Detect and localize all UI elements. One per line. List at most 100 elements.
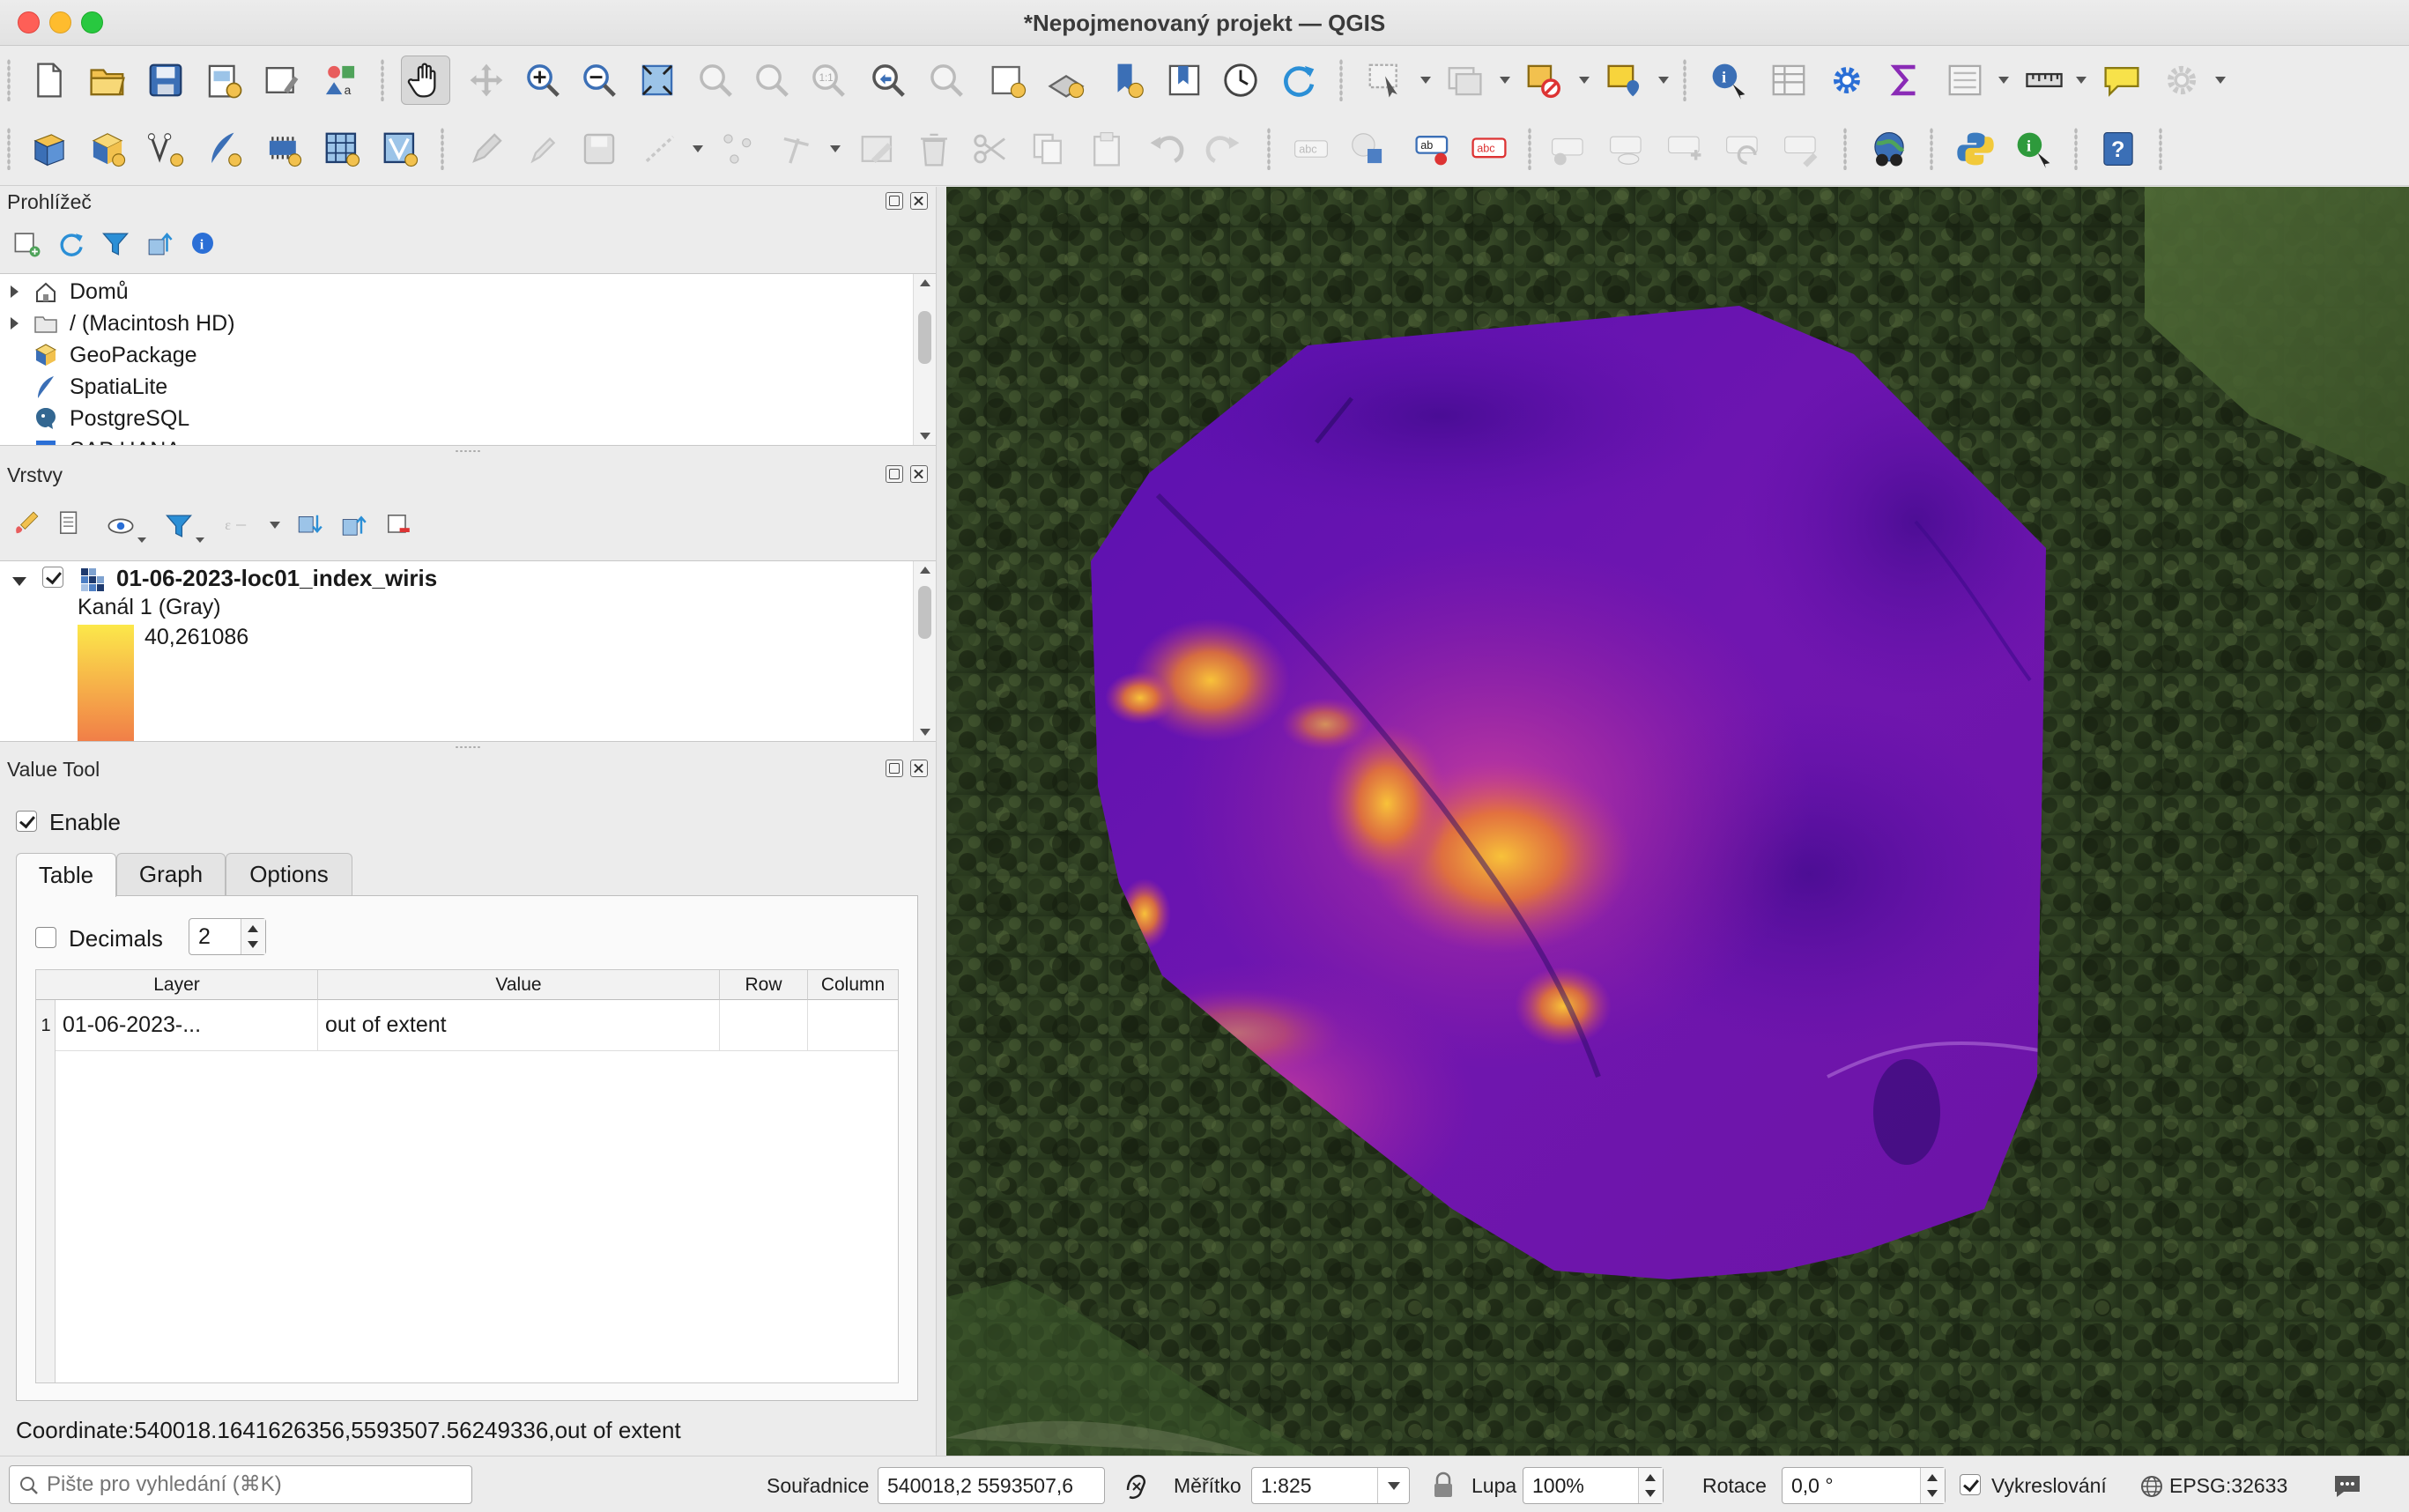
cell-row[interactable] (720, 1000, 808, 1051)
browser-properties-button[interactable]: i (189, 229, 224, 261)
style-manager-button[interactable]: a (315, 56, 365, 105)
dock-splitter[interactable] (936, 187, 946, 1456)
remove-layer-button[interactable] (384, 511, 416, 543)
scroll-down-arrow[interactable] (920, 433, 930, 440)
select-by-location-button[interactable] (1600, 56, 1649, 105)
open-attribute-table-button[interactable] (1764, 56, 1813, 105)
map-themes-dropdown[interactable] (137, 537, 146, 543)
lock-scale-button[interactable] (1431, 1471, 1456, 1501)
expand-arrow[interactable] (11, 317, 19, 330)
map-canvas[interactable] (946, 187, 2409, 1456)
zoom-last-button[interactable] (864, 56, 913, 105)
show-bookmarks-button[interactable] (1160, 56, 1209, 105)
new-project-button[interactable] (25, 56, 74, 105)
modify-attributes-button[interactable] (853, 124, 902, 174)
map-tips-button[interactable] (2097, 56, 2146, 105)
digitize-dropdown[interactable] (693, 145, 703, 152)
locator-search-input[interactable] (47, 1470, 461, 1500)
zoom-to-layer-button[interactable] (747, 56, 797, 105)
decimals-spinbox[interactable]: 2 (189, 918, 266, 955)
toggle-editing-button[interactable] (462, 124, 511, 174)
layer-diagram-button[interactable] (1343, 124, 1392, 174)
refresh-button[interactable] (1274, 56, 1323, 105)
advanced-digitizing-dropdown[interactable] (830, 145, 841, 152)
locator-search-box[interactable] (9, 1465, 472, 1504)
layers-tree[interactable]: 01-06-2023-loc01_index_wiris Kanál 1 (Gr… (0, 560, 936, 742)
scroll-thumb[interactable] (918, 311, 931, 364)
magnifier-spinbox[interactable]: 100% (1523, 1467, 1664, 1504)
toolbar-grip[interactable] (2159, 128, 2162, 170)
save-edits-button[interactable] (574, 124, 624, 174)
highlight-pinned-labels-button[interactable] (1544, 124, 1593, 174)
zoom-full-button[interactable] (633, 56, 682, 105)
help-button[interactable]: ? (2094, 124, 2143, 174)
toolbox-button[interactable] (1822, 56, 1872, 105)
identify-features-button[interactable]: i (1704, 56, 1753, 105)
paste-features-button[interactable] (1082, 124, 1131, 174)
panel-float-button[interactable] (886, 760, 903, 777)
cell-layer[interactable]: 01-06-2023-... (56, 1000, 318, 1051)
attribute-form-button[interactable] (1940, 56, 1990, 105)
toolbar-grip[interactable] (7, 128, 11, 170)
temporal-controller-button[interactable] (1216, 56, 1265, 105)
scroll-thumb[interactable] (918, 586, 931, 639)
rotation-spinbox[interactable]: 0,0 ° (1782, 1467, 1946, 1504)
undo-button[interactable] (1142, 124, 1191, 174)
column-header-layer[interactable]: Layer (36, 970, 318, 1000)
scroll-down-arrow[interactable] (920, 729, 930, 736)
layer-labeling-button[interactable]: abc (1286, 124, 1336, 174)
cell-column[interactable] (808, 1000, 898, 1051)
change-label-button[interactable] (1776, 124, 1826, 174)
new-vector-tile-layer-button[interactable] (375, 124, 425, 174)
deselect-features-button[interactable] (1440, 56, 1489, 105)
pin-labels-button[interactable]: ab (1408, 124, 1457, 174)
zoom-in-button[interactable] (518, 56, 567, 105)
deselect-all-dropdown[interactable] (1579, 77, 1590, 84)
browser-collapse-button[interactable] (145, 229, 180, 261)
data-source-manager-button[interactable] (25, 124, 74, 174)
new-spatialite-layer-button[interactable] (199, 124, 248, 174)
redo-button[interactable] (1198, 124, 1248, 174)
magnifier-stepper[interactable] (1638, 1468, 1663, 1503)
filter-legend-dropdown[interactable] (196, 537, 204, 543)
measure-dropdown[interactable] (2076, 77, 2087, 84)
new-virtual-layer-button[interactable] (317, 124, 367, 174)
browser-item[interactable]: SAP HANA (0, 434, 181, 445)
zoom-native-button[interactable]: 1:1 (804, 56, 853, 105)
toolbar-grip[interactable] (7, 59, 11, 101)
layer-styling-button[interactable] (12, 509, 44, 541)
new-print-layout-button[interactable] (199, 56, 248, 105)
scroll-up-arrow[interactable] (920, 279, 930, 286)
rotation-stepper[interactable] (1920, 1468, 1945, 1503)
panel-float-button[interactable] (886, 192, 903, 210)
browser-item[interactable]: SpatiaLite (0, 371, 167, 403)
show-hide-labels-button[interactable] (1602, 124, 1651, 174)
rotate-label-button[interactable] (1718, 124, 1768, 174)
deselect-all-button[interactable] (1519, 56, 1568, 105)
value-tool-button[interactable]: i (2009, 124, 2058, 174)
new-3d-map-button[interactable] (1041, 56, 1091, 105)
new-shapefile-layer-button[interactable] (141, 124, 190, 174)
digitize-line-button[interactable] (636, 124, 686, 174)
pan-map-button[interactable] (401, 56, 450, 105)
panel-close-button[interactable] (910, 192, 928, 210)
manage-map-themes-button[interactable] (106, 511, 146, 543)
quickosm-button[interactable] (1864, 124, 1914, 174)
actions-dropdown[interactable] (2215, 77, 2226, 84)
browser-refresh-button[interactable] (56, 229, 92, 261)
measure-line-button[interactable] (2020, 56, 2069, 105)
select-features-button[interactable] (1360, 56, 1410, 105)
decimals-stepper[interactable] (241, 919, 265, 954)
browser-item[interactable]: PostgreSQL (0, 403, 189, 434)
column-header-value[interactable]: Value (318, 970, 720, 1000)
zoom-out-button[interactable] (574, 56, 624, 105)
panel-close-button[interactable] (910, 760, 928, 777)
advanced-digitizing-button[interactable] (774, 124, 823, 174)
filter-expression-dropdown[interactable] (270, 522, 280, 529)
current-edits-button[interactable] (518, 124, 567, 174)
select-features-dropdown[interactable] (1420, 77, 1431, 84)
browser-scrollbar[interactable] (913, 274, 936, 445)
tab-table[interactable]: Table (16, 853, 116, 897)
move-label-button[interactable] (1660, 124, 1709, 174)
layers-scrollbar[interactable] (913, 561, 936, 741)
